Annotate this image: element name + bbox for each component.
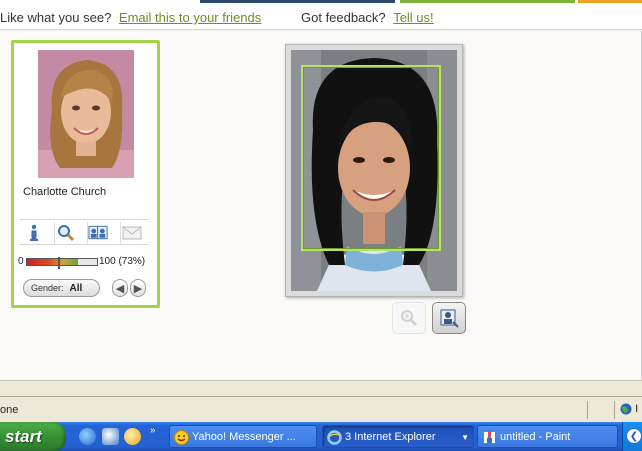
face-detection-box[interactable] (301, 65, 441, 251)
next-match-button[interactable]: ▶ (130, 279, 146, 297)
meter-min-label: 0 (18, 256, 24, 267)
chevron-left-icon: ◀ (115, 282, 125, 295)
zoom-in-button[interactable] (392, 302, 426, 334)
desktop-screen: Like what you see? Email this to your fr… (0, 0, 642, 451)
fit-face-button[interactable] (432, 302, 466, 334)
gender-label: Gender: (31, 283, 64, 293)
tray-expand-button[interactable]: ❮ (626, 428, 642, 444)
chevron-right-icon: ▶ (133, 282, 143, 295)
info-icon[interactable] (23, 222, 45, 244)
face-frame-icon (440, 309, 459, 328)
start-label: start (5, 427, 42, 446)
compare-faces-icon[interactable] (87, 222, 109, 244)
windows-taskbar: start » Yahoo! Messenger ... 3 Internet … (0, 422, 642, 451)
magnifier-icon (401, 310, 418, 327)
share-prompt: Like what you see? (0, 10, 112, 25)
previous-match-button[interactable]: ◀ (112, 279, 128, 297)
internet-explorer-icon (327, 430, 342, 445)
globe-icon (620, 403, 632, 415)
search-icon[interactable] (54, 222, 76, 244)
start-button[interactable]: start (0, 422, 66, 451)
celebrity-toolbar (20, 219, 149, 245)
gender-value: All (69, 283, 83, 294)
feedback-prompt: Got feedback? (301, 10, 386, 25)
outlook-icon[interactable] (102, 428, 119, 445)
quick-launch-more-icon[interactable]: » (150, 425, 156, 436)
taskbar-item-paint[interactable]: untitled - Paint (477, 425, 618, 448)
celebrity-match-card: Charlotte Church 0 100 (73%) Gender: All… (11, 40, 160, 308)
paint-icon (484, 431, 495, 443)
group-dropdown-icon: ▼ (461, 433, 469, 442)
gender-filter-button[interactable]: Gender: All (23, 279, 100, 297)
celebrity-name: Charlotte Church (23, 186, 107, 198)
chevron-left-icon: ❮ (629, 430, 639, 442)
browser-bottom-area (0, 380, 642, 396)
yahoo-messenger-icon (174, 430, 189, 445)
email-friends-link[interactable]: Email this to your friends (119, 10, 261, 25)
status-text: one (0, 404, 19, 416)
match-meter-bar (26, 257, 98, 269)
taskbar-item-internet-explorer[interactable]: 3 Internet Explorer ▼ (322, 425, 474, 448)
celebrity-photo[interactable] (38, 50, 134, 178)
browser-status-bar: one I (0, 396, 642, 422)
match-meter-marker (58, 257, 60, 269)
meter-max-label: 100 (73%) (99, 256, 146, 267)
internet-zone: I (620, 403, 642, 415)
email-icon[interactable] (120, 222, 142, 244)
tell-us-link[interactable]: Tell us! (393, 10, 433, 25)
taskbar-item-yahoo-messenger[interactable]: Yahoo! Messenger ... (169, 425, 317, 448)
match-meter: 0 100 (73%) (18, 255, 158, 269)
feedback-bar: Like what you see? Email this to your fr… (0, 3, 642, 30)
media-player-icon[interactable] (124, 428, 141, 445)
page-content: Charlotte Church 0 100 (73%) Gender: All… (0, 31, 642, 380)
internet-explorer-icon[interactable] (79, 428, 96, 445)
